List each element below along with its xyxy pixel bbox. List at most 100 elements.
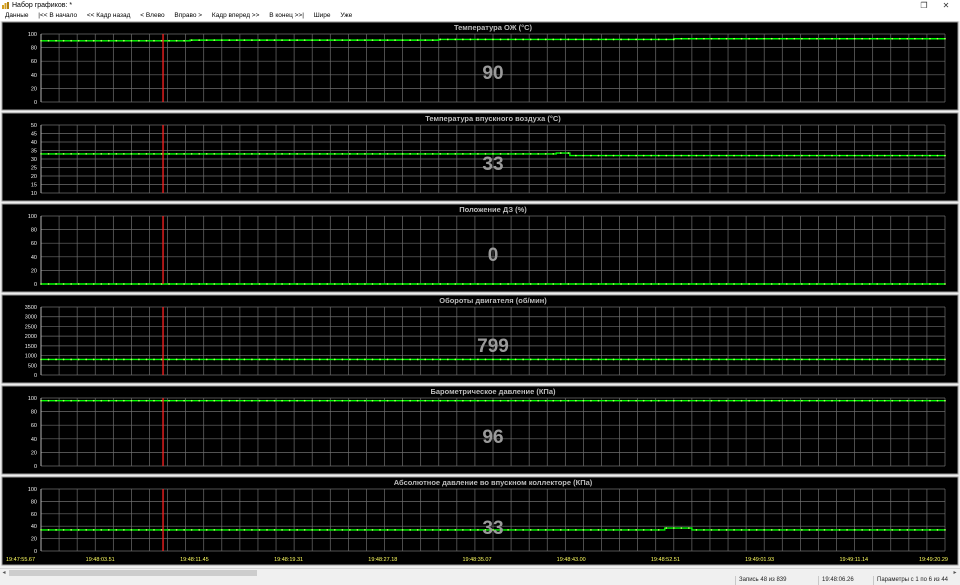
menu-go-start[interactable]: |<< В начало xyxy=(34,11,81,21)
chart-panel-5: Барометрическое давление (КПа) 0 20 40 60 80 1… xyxy=(1,385,959,475)
plot-area[interactable]: Температура ОЖ (°С) 0 20 40 60 80 100 90 Темпера… xyxy=(0,21,960,568)
series-point xyxy=(40,39,42,42)
series-point xyxy=(567,38,570,41)
series-point xyxy=(665,38,668,41)
series-point xyxy=(492,283,494,285)
series-point xyxy=(213,529,216,531)
series-point xyxy=(514,283,517,285)
series-point xyxy=(228,153,231,155)
series-point xyxy=(431,153,434,155)
series-point xyxy=(733,358,735,361)
series-point xyxy=(635,358,638,361)
series-point xyxy=(695,529,698,531)
series-point xyxy=(175,529,178,531)
series-point xyxy=(559,529,562,531)
series-point xyxy=(168,358,170,361)
menu-frame-back[interactable]: << Кадр назад xyxy=(83,11,135,21)
series-point xyxy=(725,37,728,40)
series-point xyxy=(740,529,743,531)
series-point xyxy=(838,358,841,361)
series-point xyxy=(627,399,630,402)
series-point xyxy=(348,283,351,285)
series-point xyxy=(47,529,50,531)
series-point xyxy=(454,153,457,155)
series-point xyxy=(687,358,690,361)
series-point xyxy=(439,358,442,361)
series-point xyxy=(718,37,720,40)
status-record: Запись 48 из 839 xyxy=(735,576,815,585)
series-point xyxy=(718,358,720,361)
series-point xyxy=(356,358,359,361)
menu-go-end[interactable]: В конец >>| xyxy=(265,11,308,21)
series-point xyxy=(620,358,622,361)
series-point xyxy=(936,154,939,157)
series-point xyxy=(778,358,781,361)
series-point xyxy=(876,529,879,531)
series-point xyxy=(183,153,186,155)
series-point xyxy=(507,283,509,285)
series-point xyxy=(861,37,864,40)
series-point xyxy=(409,283,412,285)
series-point xyxy=(477,529,479,531)
series-point xyxy=(326,358,329,361)
series-point xyxy=(657,283,660,285)
series-point xyxy=(944,154,946,157)
menu-narrower[interactable]: Уже xyxy=(336,11,356,21)
series-point xyxy=(303,358,306,361)
series-point xyxy=(461,399,464,402)
series-point xyxy=(635,283,638,285)
series-point xyxy=(454,399,457,402)
series-point xyxy=(220,399,223,402)
series-point xyxy=(424,529,427,531)
series-point xyxy=(710,529,713,531)
series-point xyxy=(311,283,314,285)
series-point xyxy=(906,154,909,157)
series-point xyxy=(695,283,698,285)
series-point xyxy=(650,399,653,402)
series-point xyxy=(439,283,442,285)
series-point xyxy=(153,358,155,361)
series-point xyxy=(703,358,705,361)
series-point xyxy=(883,399,886,402)
menu-left[interactable]: < Влево xyxy=(136,11,168,21)
series-point xyxy=(348,358,351,361)
series-point xyxy=(371,399,374,402)
series-point xyxy=(793,37,796,40)
series-point xyxy=(477,399,479,402)
series-point xyxy=(461,358,464,361)
series-point xyxy=(318,283,321,285)
close-icon[interactable]: ✕ xyxy=(932,0,960,11)
series-point xyxy=(115,39,118,42)
series-point xyxy=(913,37,916,40)
series-point xyxy=(311,358,314,361)
charts-svg[interactable]: Температура ОЖ (°С)02040608010090Темпера… xyxy=(0,21,960,568)
series-point xyxy=(446,399,449,402)
menu-right[interactable]: Вправо > xyxy=(170,11,206,21)
menu-frame-forward[interactable]: Кадр вперед >> xyxy=(208,11,263,21)
series-point xyxy=(785,283,788,285)
series-point xyxy=(348,529,351,531)
series-point xyxy=(831,399,833,402)
series-point xyxy=(559,283,562,285)
series-point xyxy=(130,153,133,155)
series-point xyxy=(70,283,73,285)
series-point xyxy=(574,38,577,41)
series-point xyxy=(627,529,630,531)
chart-title: Абсолютное давление во впускном коллекто… xyxy=(394,478,593,487)
series-point xyxy=(235,283,238,285)
series-point xyxy=(318,529,321,531)
y-tick-label: 1500 xyxy=(25,344,37,350)
chart-title: Положение ДЗ (%) xyxy=(459,205,527,214)
series-point xyxy=(567,152,570,154)
series-point xyxy=(514,399,517,402)
series-point xyxy=(567,283,570,285)
series-point xyxy=(605,154,607,157)
series-point xyxy=(401,399,404,402)
series-point xyxy=(266,399,268,402)
series-point xyxy=(725,358,728,361)
menu-wider[interactable]: Шире xyxy=(310,11,335,21)
series-point xyxy=(326,529,329,531)
series-point xyxy=(160,358,163,361)
menu-data[interactable]: Данные xyxy=(0,11,32,21)
series-point xyxy=(85,529,88,531)
